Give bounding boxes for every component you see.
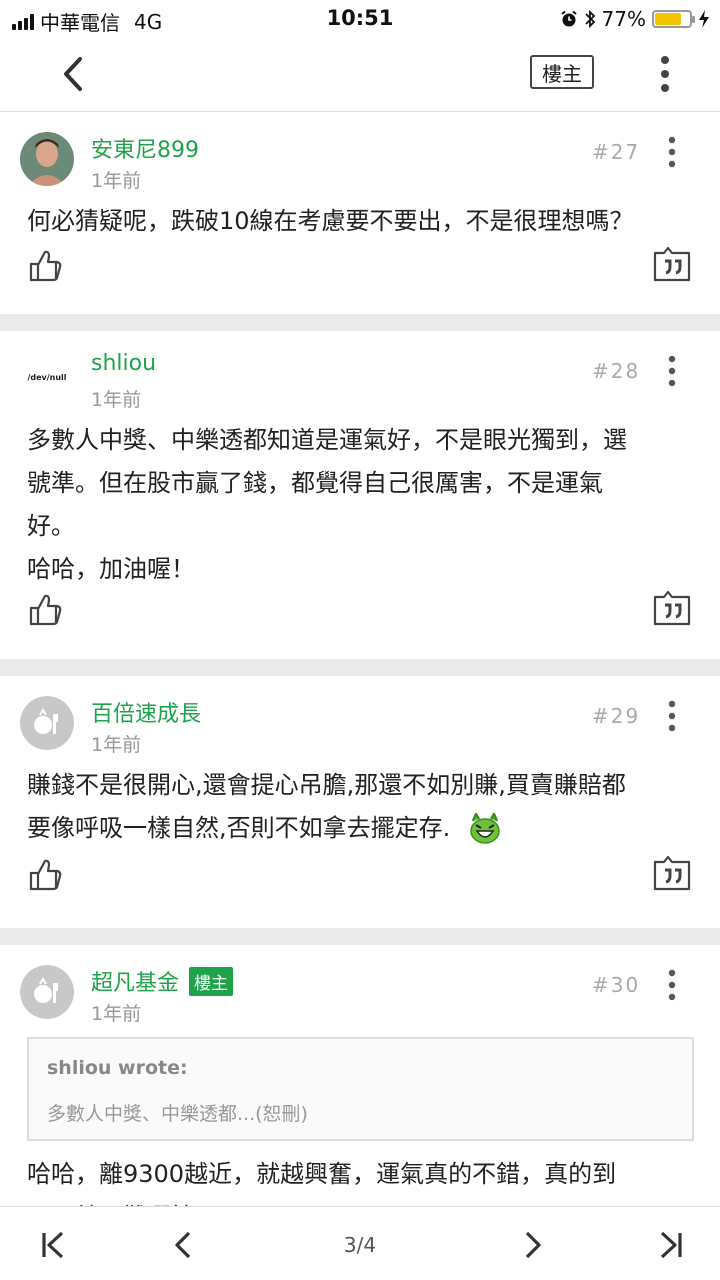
post-menu-button[interactable]: [662, 969, 682, 1001]
last-page-button[interactable]: [652, 1227, 688, 1263]
more-vertical-icon: [661, 56, 669, 92]
user-avatar[interactable]: [20, 696, 74, 750]
charging-icon: [699, 10, 709, 28]
thumbs-up-icon: [29, 594, 62, 626]
quote-reply-button[interactable]: [652, 589, 692, 627]
grinning-devil-emoji-icon: [470, 812, 501, 844]
battery-icon: [652, 10, 695, 28]
username[interactable]: shliou: [91, 351, 156, 376]
reply-post: 百倍速成長 1年前 #29 賺錢不是很開心,還會提心吊膽,那還不如別賺,買賣賺賠…: [0, 676, 720, 928]
chevron-right-icon: [525, 1231, 541, 1259]
chevron-left-icon: [175, 1231, 191, 1259]
only-op-filter-button[interactable]: 樓主: [530, 55, 594, 89]
last-page-icon: [660, 1231, 682, 1259]
reply-post: 安東尼899 1年前 #27 何必猜疑呢，跌破10線在考慮要不要出，不是很理想嗎…: [0, 112, 720, 314]
quote-reply-button[interactable]: [652, 245, 692, 283]
post-content: 何必猜疑呢，跌破10線在考慮要不要出，不是很理想嗎？: [27, 207, 634, 235]
back-button[interactable]: [56, 54, 92, 94]
post-menu-button[interactable]: [662, 355, 682, 387]
quote-reply-button[interactable]: [652, 854, 692, 892]
user-avatar[interactable]: /dev/null: [20, 351, 74, 405]
chevron-left-icon: [64, 57, 82, 91]
more-options-button[interactable]: [650, 54, 680, 94]
user-avatar[interactable]: [20, 965, 74, 1019]
post-separator: [0, 659, 720, 676]
quote-icon: [653, 590, 691, 626]
floor-number: #30: [592, 973, 641, 997]
like-button[interactable]: [27, 856, 65, 894]
thumbs-up-icon: [29, 859, 62, 891]
post-time: 1年前: [91, 1003, 142, 1025]
post-time: 1年前: [91, 734, 142, 756]
default-avatar-icon: [20, 965, 74, 1019]
reply-post: /dev/null shliou 1年前 #28 多數人中獎、中樂透都知道是運氣…: [0, 331, 720, 659]
post-separator: [0, 928, 720, 945]
top-navigation-bar: 樓主: [0, 38, 720, 112]
first-page-icon: [42, 1231, 64, 1259]
post-time: 1年前: [91, 389, 142, 411]
username[interactable]: 安東尼899: [91, 132, 199, 164]
thumbs-up-icon: [29, 250, 62, 282]
status-bar: 中華電信 4G 10:51 77%: [0, 0, 720, 38]
more-vertical-icon: [668, 355, 676, 387]
default-avatar-icon: [20, 696, 74, 750]
post-content: 多數人中獎、中樂透都知道是運氣好，不是眼光獨到，選 號準。但在股市贏了錢，都覺得…: [27, 426, 627, 583]
quote-text: 多數人中獎、中樂透都...(恕刪): [47, 1103, 308, 1125]
quote-icon: [653, 855, 691, 891]
reply-list: 安東尼899 1年前 #27 何必猜疑呢，跌破10線在考慮要不要出，不是很理想嗎…: [0, 112, 720, 1206]
more-vertical-icon: [668, 700, 676, 732]
bluetooth-icon: [584, 9, 595, 29]
reply-post: 超凡基金 樓主 1年前 #30 shliou wrote: 多數人中獎、中樂透都…: [0, 945, 720, 1206]
like-button[interactable]: [27, 247, 65, 285]
like-button[interactable]: [27, 591, 65, 629]
post-separator: [0, 314, 720, 331]
more-vertical-icon: [668, 969, 676, 1001]
pagination-bar: 3/4: [0, 1206, 720, 1280]
username[interactable]: 超凡基金 樓主: [91, 965, 234, 997]
username[interactable]: 百倍速成長: [91, 696, 201, 728]
previous-page-button[interactable]: [166, 1227, 202, 1263]
post-time: 1年前: [91, 170, 142, 192]
floor-number: #28: [592, 359, 641, 383]
quoted-reply[interactable]: shliou wrote: 多數人中獎、中樂透都...(恕刪): [27, 1037, 694, 1141]
quote-icon: [653, 246, 691, 282]
battery-percent: 77%: [601, 7, 646, 31]
more-vertical-icon: [668, 136, 676, 168]
first-page-button[interactable]: [36, 1227, 72, 1263]
op-badge: 樓主: [189, 966, 234, 996]
page-indicator[interactable]: 3/4: [310, 1233, 410, 1257]
post-content: 賺錢不是很開心,還會提心吊膽,那還不如別賺,買賣賺賠都 要像呼吸一樣自然,否則不…: [27, 764, 691, 850]
post-menu-button[interactable]: [662, 700, 682, 732]
alarm-icon: [560, 10, 577, 27]
user-avatar[interactable]: [20, 132, 74, 186]
next-page-button[interactable]: [514, 1227, 550, 1263]
post-menu-button[interactable]: [662, 136, 682, 168]
post-content: 哈哈，離9300越近，就越興奮，運氣真的不錯，真的到 了，就更難選節了: [27, 1160, 617, 1206]
quote-author: shliou wrote:: [47, 1057, 188, 1079]
floor-number: #27: [592, 140, 641, 164]
floor-number: #29: [592, 704, 641, 728]
